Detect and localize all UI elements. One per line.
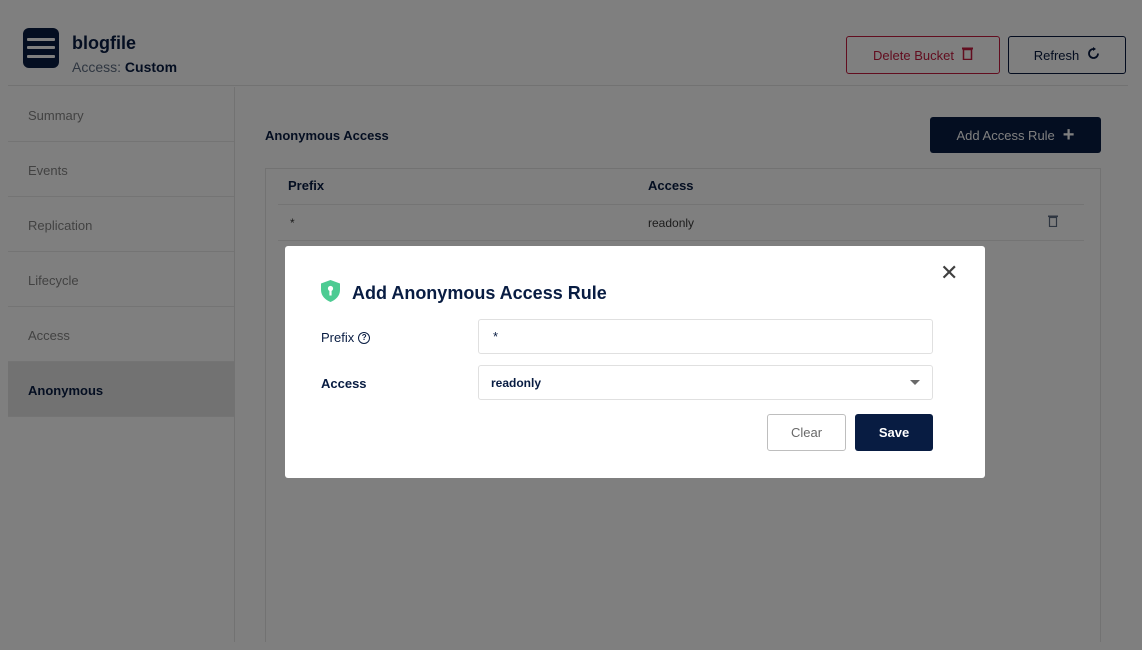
- prefix-label: Prefix: [321, 330, 355, 345]
- save-button[interactable]: Save: [855, 414, 933, 451]
- clear-button[interactable]: Clear: [767, 414, 846, 451]
- shield-icon: [321, 280, 340, 307]
- add-access-rule-modal: ✕ Add Anonymous Access Rule Prefix ? Acc…: [285, 246, 985, 478]
- prefix-label-group: Prefix ?: [321, 330, 371, 345]
- close-icon[interactable]: ✕: [940, 262, 958, 284]
- access-select-value: readonly: [491, 375, 542, 390]
- help-icon[interactable]: ?: [358, 331, 371, 344]
- chevron-down-icon: [910, 380, 920, 385]
- modal-title: Add Anonymous Access Rule: [352, 283, 607, 303]
- prefix-input[interactable]: [478, 319, 933, 354]
- access-select[interactable]: readonly: [478, 365, 933, 400]
- access-label: Access: [321, 376, 367, 391]
- modal-header: Add Anonymous Access Rule: [321, 280, 607, 307]
